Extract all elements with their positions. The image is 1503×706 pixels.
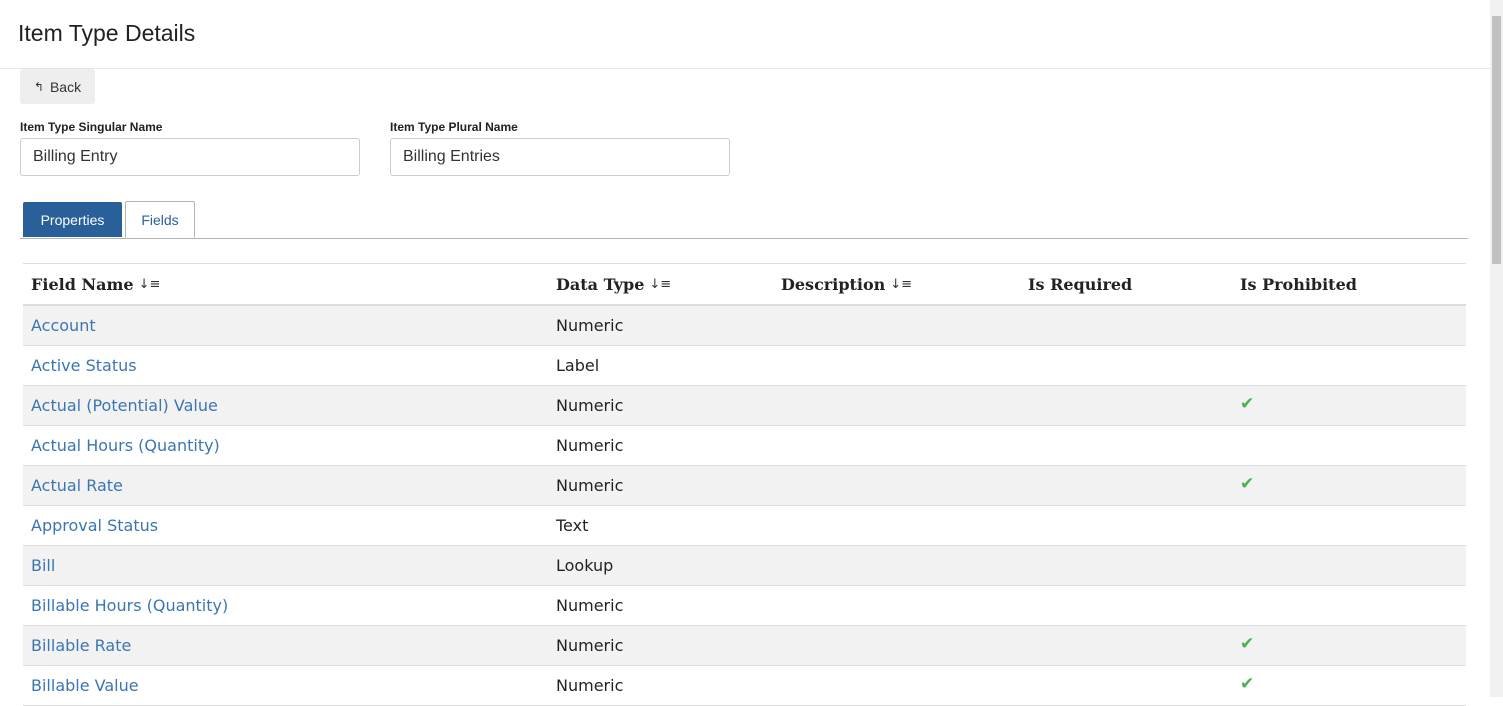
data-type-cell: Numeric [556, 636, 624, 655]
table-body: Account Numeric Active Status Label Actual (… [23, 306, 1466, 706]
field-name-link[interactable]: Billable Value [31, 666, 139, 705]
check-icon: ✔ [1240, 394, 1255, 414]
table-row: Billable Value Numeric ✔ [23, 666, 1466, 706]
data-type-cell: Lookup [556, 556, 614, 575]
data-type-cell: Numeric [556, 596, 624, 615]
tab-bar: Properties Fields [20, 200, 1468, 239]
table-row: Account Numeric [23, 306, 1466, 346]
data-type-cell: Numeric [556, 436, 624, 455]
field-name-link[interactable]: Actual Rate [31, 466, 123, 505]
back-button[interactable]: ↰ Back [20, 69, 95, 104]
sort-icon[interactable]: ↓≡ [649, 277, 671, 292]
column-header-label: Field Name [31, 274, 134, 294]
page-title: Item Type Details [18, 20, 196, 46]
column-header-label: Data Type [556, 274, 645, 294]
tab-fields[interactable]: Fields [125, 201, 195, 238]
field-name-link[interactable]: Account [31, 306, 96, 345]
table-row: Billable Rate Numeric ✔ [23, 626, 1466, 666]
singular-name-label: Item Type Singular Name [20, 120, 163, 134]
sort-icon[interactable]: ↓≡ [139, 277, 161, 292]
table-row: Billable Hours (Quantity) Numeric [23, 586, 1466, 626]
data-type-cell: Numeric [556, 396, 624, 415]
column-header-description[interactable]: Description ↓≡ [781, 264, 912, 304]
data-type-cell: Numeric [556, 476, 624, 495]
data-type-cell: Text [556, 516, 589, 535]
column-header-is-required: Is Required [1028, 264, 1132, 304]
data-type-cell: Numeric [556, 316, 624, 335]
plural-name-label: Item Type Plural Name [390, 120, 518, 134]
vertical-scrollbar[interactable] [1490, 0, 1503, 697]
column-header-label: Description [781, 274, 886, 294]
column-header-label: Is Prohibited [1240, 274, 1357, 294]
column-header-is-prohibited: Is Prohibited [1240, 264, 1357, 304]
singular-name-input[interactable]: Billing Entry [20, 138, 360, 176]
field-name-link[interactable]: Billable Hours (Quantity) [31, 586, 228, 625]
table-row: Actual Rate Numeric ✔ [23, 466, 1466, 506]
table-header: Field Name ↓≡ Data Type ↓≡ Description ↓… [23, 264, 1466, 306]
reply-arrow-icon: ↰ [33, 79, 44, 94]
check-icon: ✔ [1240, 634, 1255, 654]
table-row: Approval Status Text [23, 506, 1466, 546]
field-name-link[interactable]: Billable Rate [31, 626, 131, 665]
scrollbar-thumb[interactable] [1492, 16, 1501, 264]
page-header: Item Type Details [0, 0, 1490, 69]
table-row: Actual (Potential) Value Numeric ✔ [23, 386, 1466, 426]
check-icon: ✔ [1240, 474, 1255, 494]
data-type-cell: Label [556, 356, 600, 375]
plural-name-input[interactable]: Billing Entries [390, 138, 730, 176]
field-name-link[interactable]: Bill [31, 546, 55, 585]
column-header-data-type[interactable]: Data Type ↓≡ [556, 264, 671, 304]
column-header-label: Is Required [1028, 274, 1133, 294]
field-name-link[interactable]: Actual (Potential) Value [31, 386, 218, 425]
table-row: Bill Lookup [23, 546, 1466, 586]
table-row: Actual Hours (Quantity) Numeric [23, 426, 1466, 466]
sort-icon[interactable]: ↓≡ [890, 277, 912, 292]
field-name-link[interactable]: Active Status [31, 346, 137, 385]
table-row: Active Status Label [23, 346, 1466, 386]
check-icon: ✔ [1240, 674, 1255, 694]
data-type-cell: Numeric [556, 676, 624, 695]
tab-properties[interactable]: Properties [23, 202, 122, 237]
field-name-link[interactable]: Actual Hours (Quantity) [31, 426, 220, 465]
back-button-label: Back [49, 78, 82, 95]
column-header-field-name[interactable]: Field Name ↓≡ [31, 264, 160, 304]
field-name-link[interactable]: Approval Status [31, 506, 158, 545]
fields-table: Field Name ↓≡ Data Type ↓≡ Description ↓… [23, 263, 1466, 706]
